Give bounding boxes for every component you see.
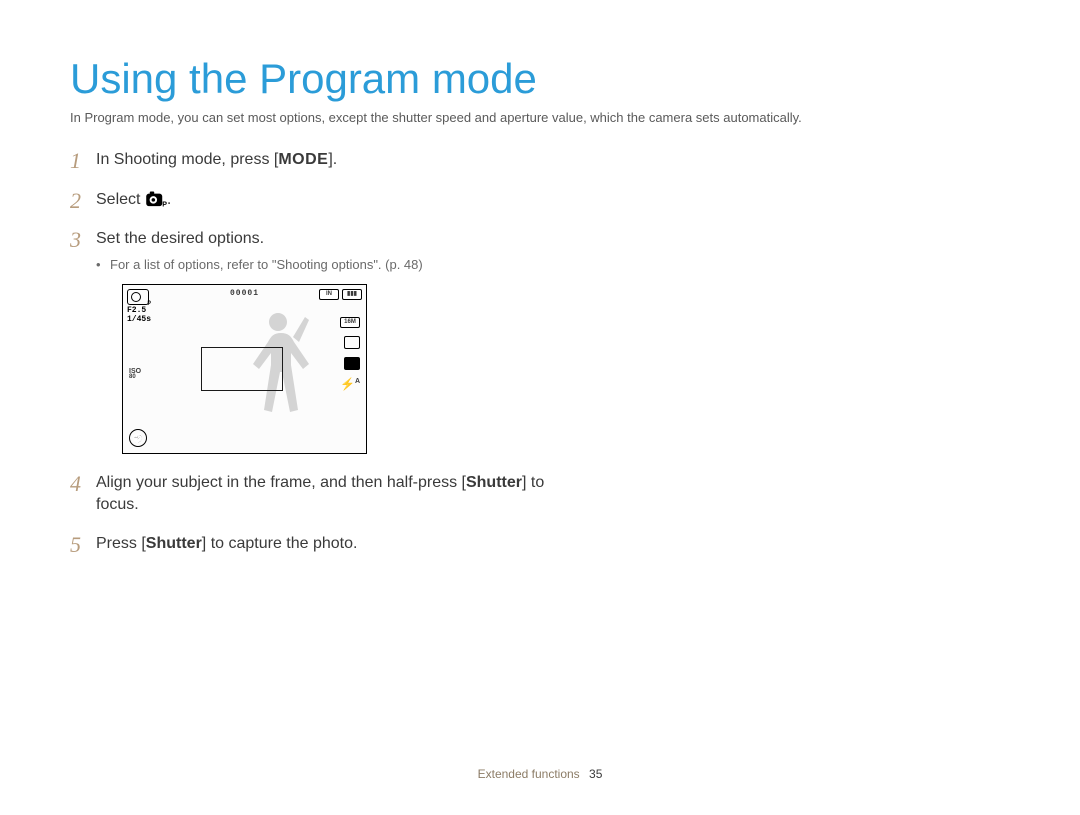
step-number: 5 — [70, 530, 81, 560]
step-text: In Shooting mode, press [ — [96, 151, 278, 168]
lcd-counter: 00001 — [230, 289, 259, 300]
camera-display-illustration: F2.5 1/45s 00001 IN ▮▮▮ 16M ⚡A ISO — [122, 284, 367, 454]
lcd-top-left: F2.5 1/45s — [127, 289, 151, 324]
shutter-label: Shutter — [466, 474, 522, 491]
steps-list: 1 In Shooting mode, press [MODE]. 2 Sele… — [70, 149, 580, 573]
step-2: 2 Select P . — [70, 189, 580, 229]
stabilizer-icon — [129, 429, 147, 447]
step-note: For a list of options, refer to "Shootin… — [110, 256, 580, 274]
step-number: 4 — [70, 469, 81, 499]
quality-icon — [344, 336, 360, 349]
step-5: 5 Press [Shutter] to capture the photo. — [70, 533, 580, 573]
program-mode-icon: P — [145, 191, 167, 207]
lcd-right-icons: 16M ⚡A — [340, 317, 360, 390]
iso-icon: ISO 80 — [129, 369, 141, 379]
footer-section: Extended functions — [478, 767, 580, 781]
image-size-icon: 16M — [340, 317, 360, 328]
step-text: Press [ — [96, 535, 146, 552]
af-frame — [201, 347, 283, 391]
intro-text: In Program mode, you can set most option… — [70, 109, 1010, 127]
step-text: ] to capture the photo. — [202, 535, 358, 552]
step-text: . — [167, 191, 171, 208]
step-text: Align your subject in the frame, and the… — [96, 474, 466, 491]
step-number: 3 — [70, 225, 81, 255]
program-mode-icon — [127, 289, 149, 305]
lcd-top-right: IN ▮▮▮ — [319, 289, 362, 300]
step-1: 1 In Shooting mode, press [MODE]. — [70, 149, 580, 189]
step-text: Select — [96, 191, 145, 208]
step-text: Set the desired options. — [96, 230, 264, 247]
footer-page-number: 35 — [589, 767, 602, 781]
page-title: Using the Program mode — [70, 55, 1010, 103]
metering-icon — [344, 357, 360, 370]
mode-button-label: MODE — [278, 151, 328, 168]
page-footer: Extended functions 35 — [0, 767, 1080, 781]
step-3: 3 Set the desired options. For a list of… — [70, 228, 580, 472]
lcd-shutter: 1/45s — [127, 316, 151, 324]
step-number: 2 — [70, 186, 81, 216]
step-number: 1 — [70, 146, 81, 176]
shutter-label: Shutter — [146, 535, 202, 552]
battery-icon: ▮▮▮ — [342, 289, 362, 300]
flash-auto-icon: ⚡A — [340, 378, 360, 390]
storage-icon: IN — [319, 289, 339, 300]
step-4: 4 Align your subject in the frame, and t… — [70, 472, 580, 533]
step-text: ]. — [328, 151, 337, 168]
lcd-left-icons: ISO 80 — [129, 369, 141, 379]
